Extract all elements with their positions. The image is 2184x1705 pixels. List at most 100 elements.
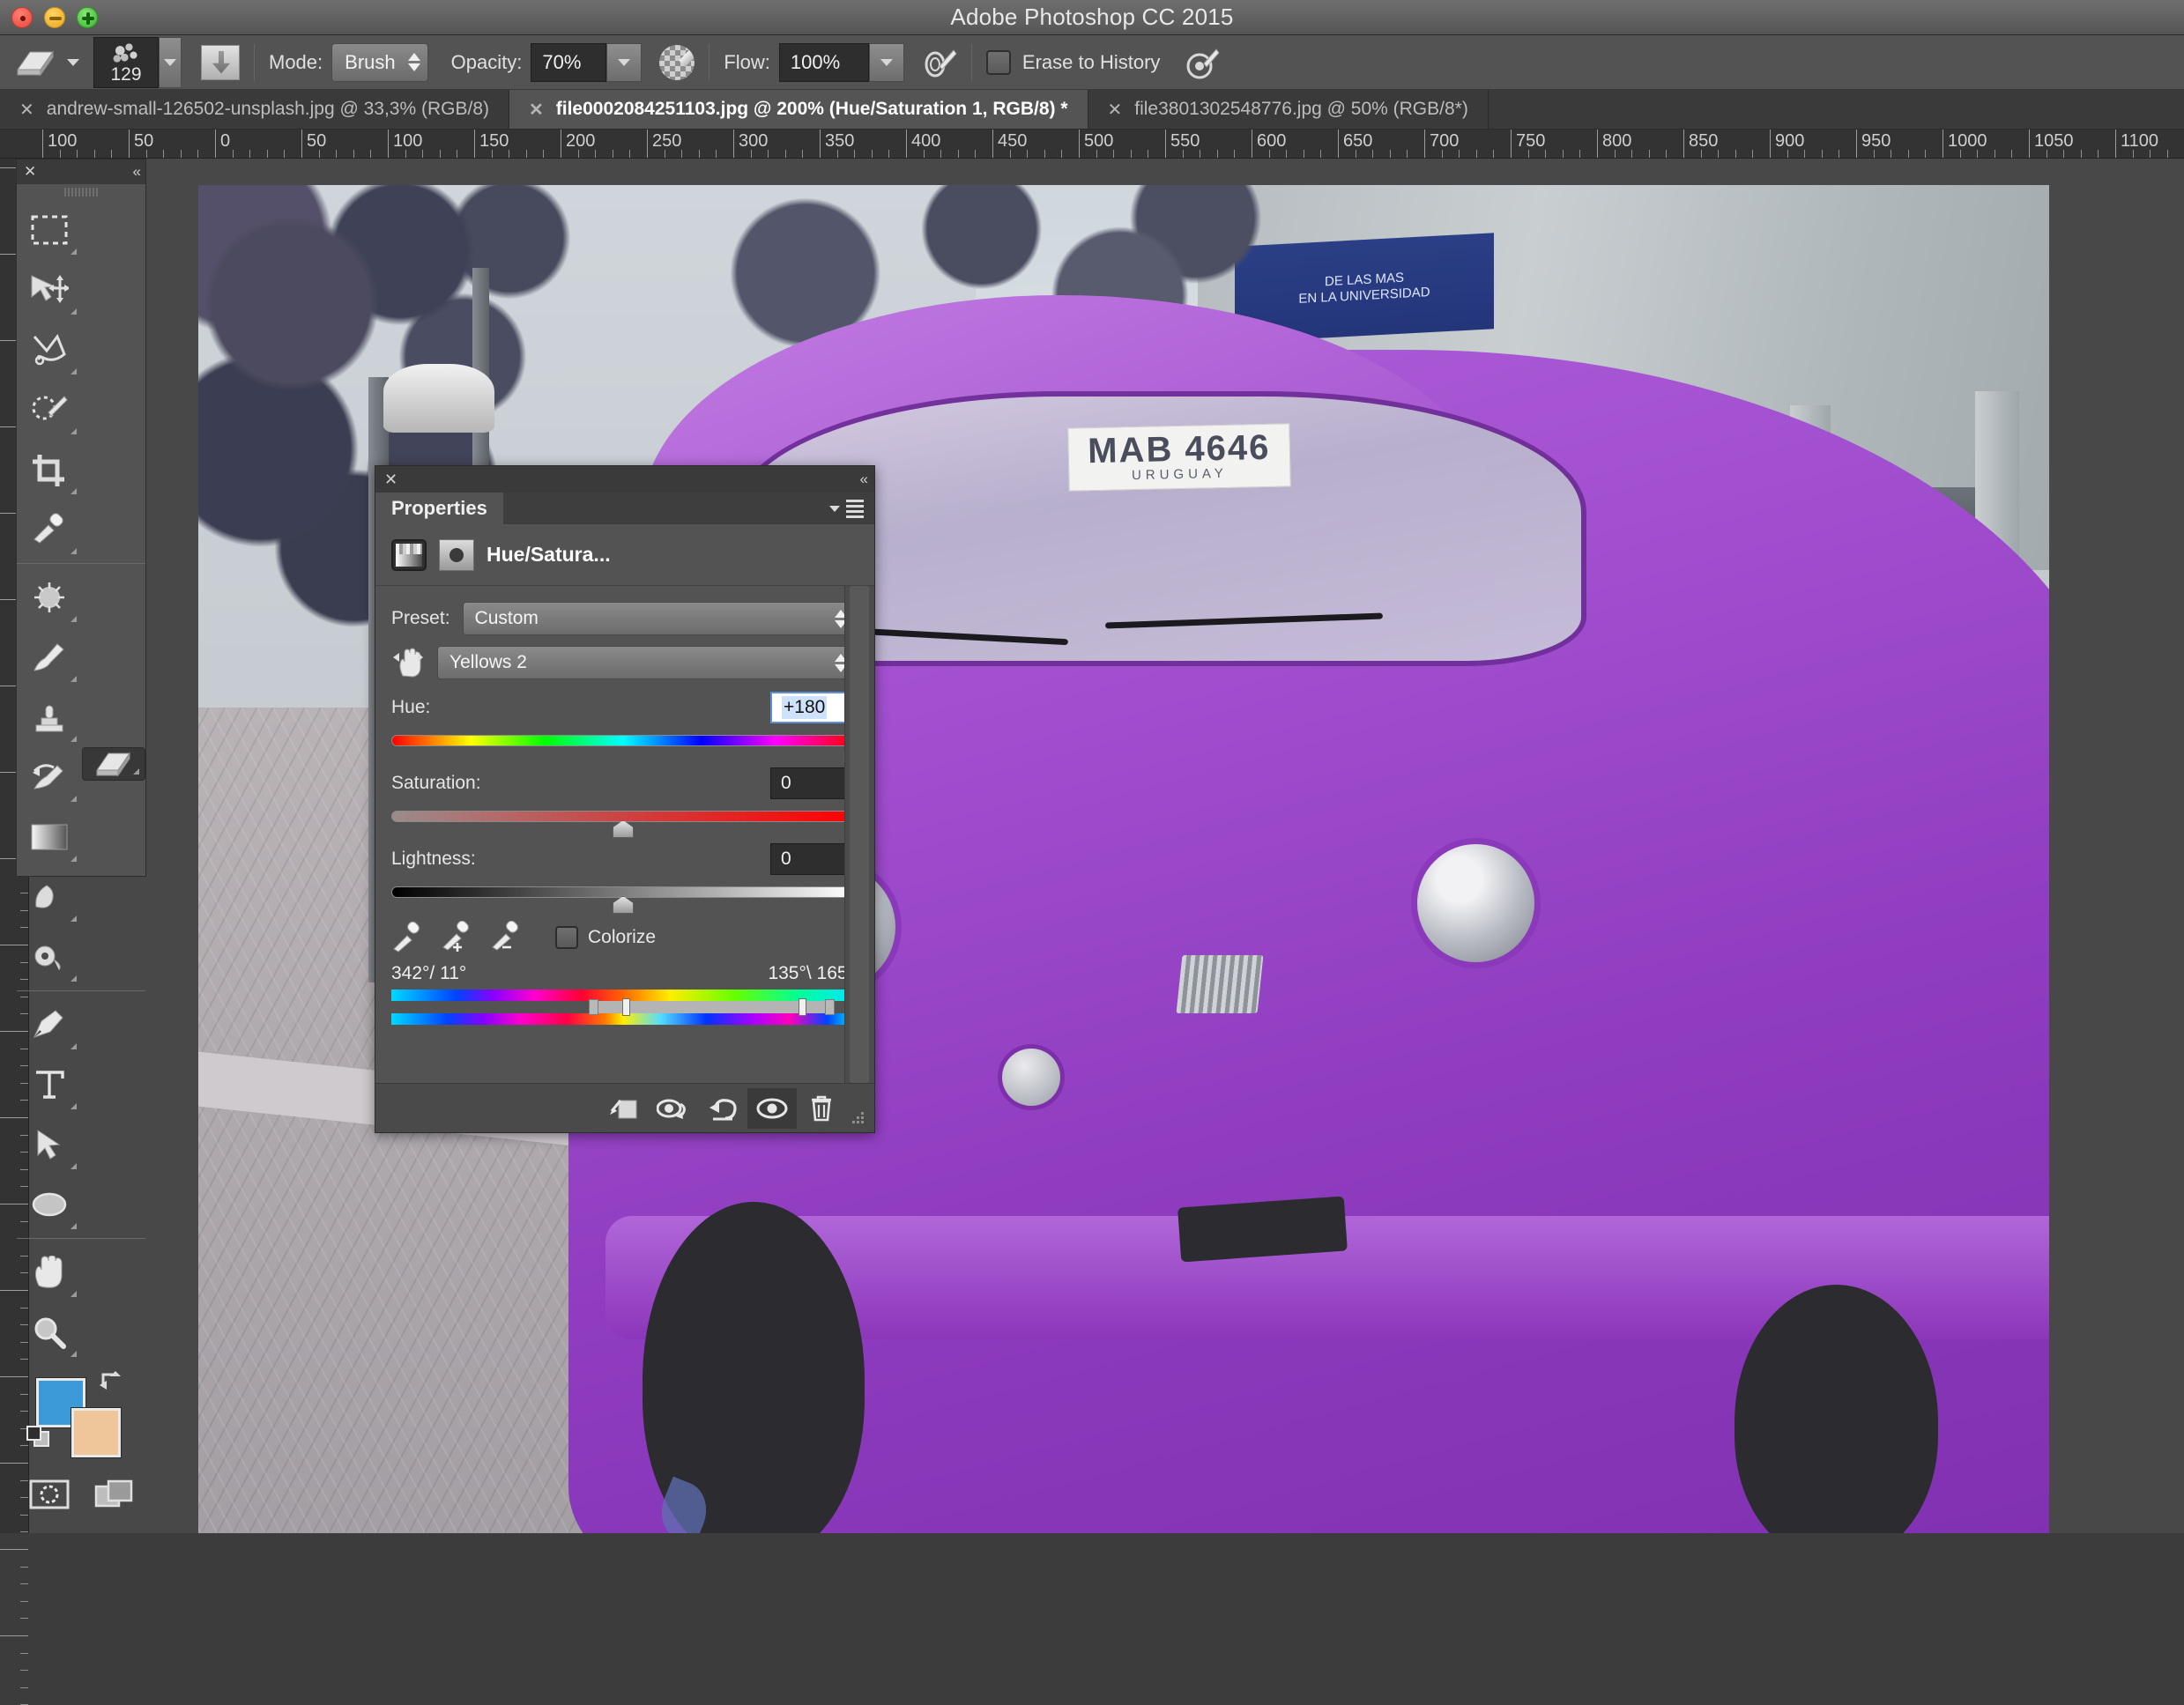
lightness-input[interactable]: 0 xyxy=(770,843,855,875)
panel-menu-icon[interactable] xyxy=(829,493,874,524)
type-tool[interactable] xyxy=(17,1055,82,1115)
swap-colors-icon[interactable] xyxy=(98,1368,124,1395)
lasso-tool[interactable] xyxy=(17,320,82,380)
opacity-dropdown-button[interactable] xyxy=(606,42,643,82)
delete-adjustment-layer-button[interactable] xyxy=(797,1088,846,1129)
tools-panel-grip[interactable] xyxy=(17,184,145,200)
erase-to-history-checkbox[interactable] xyxy=(985,49,1011,75)
background-color-swatch[interactable] xyxy=(71,1408,121,1457)
pen-tool[interactable] xyxy=(17,995,82,1055)
properties-footer[interactable] xyxy=(375,1083,874,1132)
range-handle-right[interactable] xyxy=(798,998,806,1016)
tool-grid[interactable] xyxy=(17,200,145,1362)
flow-input[interactable]: 100% xyxy=(778,42,869,82)
collapse-icon[interactable]: « xyxy=(860,471,869,488)
range-falloff-handle-right[interactable] xyxy=(825,999,836,1015)
zoom-window-button[interactable] xyxy=(77,6,98,28)
color-swatches[interactable] xyxy=(17,1362,147,1466)
spot-healing-brush-tool[interactable] xyxy=(17,567,82,627)
on-image-adjust-icon[interactable] xyxy=(391,648,425,678)
move-tool[interactable] xyxy=(17,260,82,320)
opacity-control[interactable]: 70% xyxy=(531,42,643,82)
eraser-icon[interactable] xyxy=(16,47,56,78)
zoom-tool[interactable] xyxy=(17,1302,82,1362)
hue-input[interactable]: +180 xyxy=(770,692,855,723)
history-brush-tool[interactable] xyxy=(17,747,82,807)
toggle-layer-visibility-button[interactable] xyxy=(747,1087,797,1129)
reset-to-previous-state-button[interactable] xyxy=(698,1088,747,1129)
quick-selection-tool[interactable] xyxy=(17,380,82,440)
quick-mask-icon[interactable] xyxy=(17,1466,82,1523)
add-to-sample-eyedropper[interactable] xyxy=(441,920,476,954)
path-selection-tool[interactable] xyxy=(17,1115,82,1175)
document-tab-2[interactable]: ✕ file0002084251103.jpg @ 200% (Hue/Satu… xyxy=(509,90,1088,129)
channel-row[interactable]: Yellows 2 xyxy=(391,646,855,679)
color-range-slider[interactable] xyxy=(391,990,855,1025)
eyedropper-row[interactable]: Colorize xyxy=(391,920,855,954)
close-icon[interactable]: ✕ xyxy=(24,163,36,181)
preset-row[interactable]: Preset: Custom xyxy=(391,602,855,635)
dodge-tool[interactable] xyxy=(17,927,82,987)
saturation-slider-track[interactable] xyxy=(391,811,855,838)
channel-select[interactable]: Yellows 2 xyxy=(437,646,855,679)
colorize-checkbox[interactable] xyxy=(555,926,578,949)
close-window-button[interactable] xyxy=(11,6,33,28)
brush-size-control[interactable]: 129 xyxy=(93,36,182,88)
properties-scrollbar[interactable] xyxy=(844,586,874,1083)
opacity-input[interactable]: 70% xyxy=(531,42,607,82)
mode-buttons[interactable] xyxy=(17,1466,147,1523)
hand-tool[interactable] xyxy=(17,1242,82,1302)
saturation-input[interactable]: 0 xyxy=(770,767,855,799)
resize-grip[interactable] xyxy=(846,1088,869,1129)
blur-tool[interactable] xyxy=(17,867,82,927)
lightness-slider-track[interactable] xyxy=(391,886,855,914)
collapse-icon[interactable]: « xyxy=(133,163,142,181)
mode-select[interactable]: Brush xyxy=(331,42,428,82)
scrollbar-thumb[interactable] xyxy=(850,586,869,1083)
minimize-window-button[interactable] xyxy=(44,6,65,28)
document-tab-1[interactable]: ✕ andrew-small-126502-unsplash.jpg @ 33,… xyxy=(0,90,509,129)
lightness-slider-block[interactable]: Lightness: 0 xyxy=(391,843,855,914)
rectangular-marquee-tool[interactable] xyxy=(17,200,82,260)
default-colors-icon[interactable] xyxy=(26,1425,52,1454)
colorize-control[interactable]: Colorize xyxy=(555,926,656,949)
document-tab-3[interactable]: ✕ file3801302548776.jpg @ 50% (RGB/8*) xyxy=(1088,90,1489,129)
hue-saturation-adjustment-icon[interactable] xyxy=(391,538,427,571)
range-falloff-handle-left[interactable] xyxy=(588,999,598,1015)
flow-dropdown-button[interactable] xyxy=(868,42,904,82)
hue-slider-block[interactable]: Hue: +180 xyxy=(391,692,865,762)
brush-tool[interactable] xyxy=(17,627,82,687)
close-icon[interactable]: ✕ xyxy=(19,99,34,121)
tool-preset-chevron-down-icon[interactable] xyxy=(67,58,79,66)
document-tab-bar[interactable]: ✕ andrew-small-126502-unsplash.jpg @ 33,… xyxy=(0,90,2184,130)
brush-panel-icon[interactable] xyxy=(201,44,240,80)
close-icon[interactable]: ✕ xyxy=(529,99,544,121)
flow-control[interactable]: 100% xyxy=(778,42,904,82)
screen-mode-icon[interactable] xyxy=(82,1466,147,1523)
brush-size-dropdown-button[interactable] xyxy=(159,36,182,88)
hue-slider-track[interactable] xyxy=(391,735,865,762)
subtract-from-sample-eyedropper[interactable] xyxy=(490,920,525,954)
range-handle-left[interactable] xyxy=(621,998,630,1016)
gradient-tool[interactable] xyxy=(17,807,82,867)
eyedropper-tool[interactable] xyxy=(17,500,82,560)
sample-color-eyedropper[interactable] xyxy=(391,921,427,954)
properties-panel[interactable]: ✕ « Properties Hue/Satura... Preset: Cus… xyxy=(375,465,875,1133)
crop-tool[interactable] xyxy=(17,440,82,500)
airbrush-icon[interactable] xyxy=(922,45,957,80)
close-icon[interactable]: ✕ xyxy=(1108,99,1123,121)
clone-stamp-tool[interactable] xyxy=(17,687,82,747)
brush-preview[interactable]: 129 xyxy=(93,36,159,88)
tablet-pressure-icon[interactable] xyxy=(1185,44,1222,81)
clip-to-layer-button[interactable] xyxy=(599,1088,649,1129)
saturation-slider-knob[interactable] xyxy=(613,820,634,838)
preset-select[interactable]: Custom xyxy=(462,602,855,635)
close-icon[interactable]: ✕ xyxy=(384,471,397,489)
window-controls[interactable] xyxy=(11,6,98,28)
properties-tab-row[interactable]: Properties xyxy=(375,493,874,524)
tab-properties[interactable]: Properties xyxy=(375,493,503,524)
tools-panel[interactable]: ✕ « xyxy=(16,159,146,1509)
lightness-slider-knob[interactable] xyxy=(613,896,634,914)
layer-mask-icon[interactable] xyxy=(439,538,474,571)
pressure-opacity-icon[interactable] xyxy=(659,44,695,80)
